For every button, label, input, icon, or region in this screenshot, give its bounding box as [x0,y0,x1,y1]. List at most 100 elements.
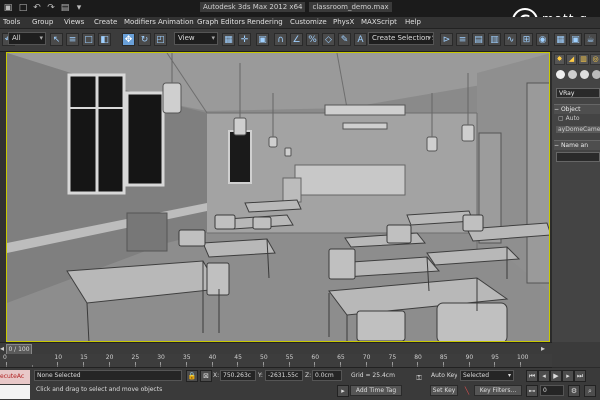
ruler-minor-tick [288,365,290,367]
mirror-icon[interactable]: ⊳ [440,33,453,46]
select-object-icon[interactable]: ↖ [50,33,63,46]
pivot-center-icon[interactable]: ▦ [222,33,235,46]
shapes-icon[interactable] [568,70,577,79]
schematic-view-icon[interactable]: ⊞ [520,33,533,46]
menu-help[interactable]: Help [405,18,421,26]
play-icon[interactable]: ▶ [550,370,562,382]
redo-icon[interactable]: ↷ [46,3,56,13]
render-setup-icon[interactable]: ▦ [554,33,567,46]
menu-group[interactable]: Group [32,18,53,26]
window-crossing-icon[interactable]: ◧ [98,33,111,46]
undo-icon[interactable]: ↶ [32,3,42,13]
key-mode-dropdown[interactable]: Selected ▾ [460,370,514,381]
reference-coordinate-dropdown[interactable]: View ▾ [174,32,218,45]
ruler-minor-tick [6,365,7,367]
menu-tools[interactable]: Tools [3,18,20,26]
object-name-input[interactable] [556,152,600,162]
key-filters-button[interactable]: Key Filters... [474,385,522,396]
graphite-ribbon-icon[interactable]: ▥ [488,33,501,46]
vray-dome-camera-button[interactable]: ayDomeCame [556,126,600,133]
ruler-tick-label: 65 [337,354,345,361]
ruler-tick-label: 50 [260,354,268,361]
hierarchy-tab-icon[interactable]: ▥ [578,54,589,65]
keyboard-shortcut-icon[interactable]: ▣ [256,33,269,46]
renderer-dropdown[interactable]: VRay [556,88,600,98]
snap-toggle-icon[interactable]: ∩ [274,33,287,46]
rendered-frame-icon[interactable]: ▣ [569,33,582,46]
z-coordinate-field[interactable]: 0.0cm [312,370,342,381]
cameras-icon[interactable] [592,70,600,79]
track-bar[interactable]: 0 10 15 20 25 30 35 40 45 50 55 60 65 70 75 80 85 90 95 100 [0,354,552,368]
select-by-name-icon[interactable]: ≡ [66,33,79,46]
curve-editor-icon[interactable]: ∿ [504,33,517,46]
select-and-rotate-icon[interactable]: ↻ [138,33,151,46]
y-coordinate-field[interactable]: -2631.55c [265,370,303,381]
maxscript-input[interactable] [0,385,30,399]
dropdown-arrow-icon[interactable]: ▾ [74,3,84,13]
object-type-rollout[interactable]: − Object [554,104,600,114]
time-configuration-icon[interactable]: ⚙ [568,385,580,397]
go-to-end-icon[interactable]: ⏭ [574,370,586,382]
create-tab-icon[interactable]: ✸ [554,54,565,65]
x-coordinate-field[interactable]: 750.263c [220,370,256,381]
named-selection-set-dropdown[interactable]: Create Selection Se ▾ [368,32,434,45]
ruler-minor-tick [237,365,239,367]
absolute-mode-icon[interactable]: ⊠ [200,370,212,382]
select-and-move-icon[interactable]: ✥ [122,33,135,46]
lock-selection-icon[interactable]: 🔒 [186,370,198,382]
previous-frame-icon[interactable]: ◂ [538,370,550,382]
prev-frame-arrow-icon[interactable]: ◂ [0,344,4,353]
next-frame-arrow-icon[interactable]: ▸ [541,344,545,353]
menu-create[interactable]: Create [94,18,117,26]
angle-snap-icon[interactable]: ∠ [290,33,303,46]
menu-physx[interactable]: PhysX [333,18,354,26]
selection-filter-dropdown[interactable]: All ▾ [8,32,46,45]
manipulate-icon[interactable]: ✛ [238,33,251,46]
spinner-snap-icon[interactable]: ◇ [322,33,335,46]
current-frame-field[interactable]: 0 [540,385,564,396]
geometry-icon[interactable] [556,70,565,79]
maxscript-listener[interactable]: ecuteAc [0,370,30,384]
zoom-icon[interactable]: ⌕ [584,385,596,397]
ruler-minor-tick [185,365,187,367]
menu-modifiers[interactable]: Modifiers [124,18,156,26]
render-toolbar: ▦ ▣ ☕ [552,29,600,51]
menu-rendering[interactable]: Rendering [247,18,283,26]
rectangle-selection-icon[interactable]: □ [82,33,95,46]
edit-named-selection-icon[interactable]: ✎ [338,33,351,46]
abc-named-icon[interactable]: A [354,33,367,46]
autogrid-checkbox[interactable]: ▢ Auto [558,115,580,122]
next-frame-icon[interactable]: ▸ [562,370,574,382]
window-title: Autodesk 3ds Max 2012 x64 classroom_demo.… [200,2,396,12]
menu-animation[interactable]: Animation [158,18,194,26]
app-menu-icon[interactable]: ▣ [3,3,13,13]
auto-key-button[interactable]: Auto Key [430,370,458,381]
new-file-icon[interactable]: □ [18,3,28,13]
command-panel: ✸ ◢ ▥ ◎ VRay − Object ▢ Auto ayDomeCame … [552,52,600,342]
ruler-tick-label: 25 [131,354,140,361]
add-time-tag-button[interactable]: Add Time Tag [350,385,402,396]
align-icon[interactable]: ≡ [456,33,469,46]
go-to-start-icon[interactable]: ⏮ [526,370,538,382]
render-teapot-icon[interactable]: ☕ [584,33,597,46]
save-icon[interactable]: ▤ [60,3,70,13]
menu-views[interactable]: Views [64,18,84,26]
lights-icon[interactable] [580,70,589,79]
percent-snap-icon[interactable]: % [306,33,319,46]
selection-status-field: None Selected [34,370,182,381]
ruler-minor-tick [391,365,393,367]
set-key-button[interactable]: Set Key [430,385,458,396]
select-and-scale-icon[interactable]: ◰ [154,33,167,46]
layer-manager-icon[interactable]: ▤ [472,33,485,46]
ruler-minor-tick [340,365,342,367]
material-editor-icon[interactable]: ◉ [536,33,549,46]
ruler-minor-tick [417,365,419,367]
menu-customize[interactable]: Customize [290,18,327,26]
perspective-viewport[interactable] [6,52,550,342]
menu-graph-editors[interactable]: Graph Editors [197,18,245,26]
key-mode-toggle-icon[interactable]: ⊷ [526,385,538,397]
motion-tab-icon[interactable]: ◎ [590,54,600,65]
modify-tab-icon[interactable]: ◢ [566,54,577,65]
name-and-color-rollout[interactable]: − Name an [554,140,600,150]
menu-maxscript[interactable]: MAXScript [361,18,397,26]
